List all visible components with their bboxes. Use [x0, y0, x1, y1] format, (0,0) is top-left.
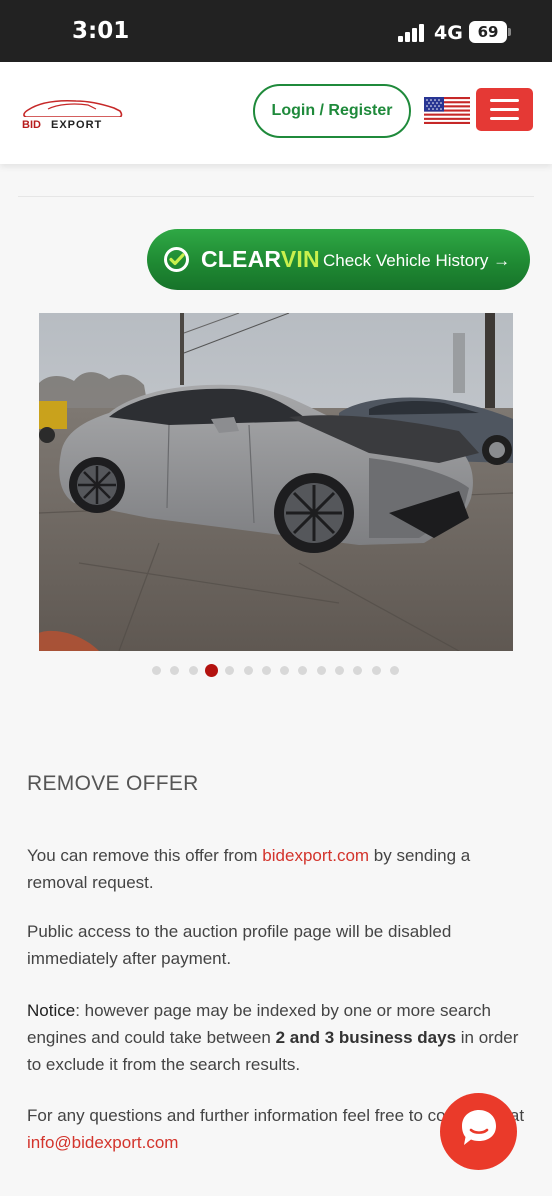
site-header: BID EXPORT Login / Register [0, 62, 552, 164]
login-register-button[interactable]: Login / Register [253, 84, 411, 138]
battery-tip [508, 28, 511, 36]
gallery-dot[interactable] [204, 664, 218, 677]
clearvin-brand-vin: VIN [280, 246, 320, 272]
notice-label: Notice [27, 1001, 76, 1020]
gallery-dot[interactable] [280, 666, 290, 675]
gallery-dot[interactable] [152, 666, 161, 675]
svg-text:EXPORT: EXPORT [51, 119, 102, 131]
p1-text-before: You can remove this offer from [27, 846, 263, 865]
section-divider [18, 196, 534, 197]
status-bar: 3:01 4G 69 [0, 0, 552, 62]
gallery-dot[interactable] [261, 666, 271, 675]
hamburger-menu-icon[interactable] [476, 88, 533, 131]
remove-offer-notice: Notice: however page may be indexed by o… [27, 997, 527, 1078]
network-type: 4G [434, 22, 463, 44]
gallery-dot[interactable] [389, 666, 399, 675]
status-time: 3:01 [72, 18, 130, 44]
check-circle-icon [164, 247, 189, 272]
notice-duration: 2 and 3 business days [275, 1028, 457, 1047]
contact-email-link[interactable]: info@bidexport.com [27, 1133, 178, 1152]
remove-offer-paragraph-2: Public access to the auction profile pag… [27, 922, 452, 968]
battery-icon: 69 [469, 21, 507, 43]
gallery-dot[interactable] [188, 666, 198, 675]
svg-text:BID: BID [22, 119, 41, 131]
gallery-dot[interactable] [225, 666, 235, 675]
gallery-dot[interactable] [243, 666, 253, 675]
gallery-dot[interactable] [316, 666, 326, 675]
clearvin-label: Check Vehicle History → [323, 251, 510, 271]
vehicle-photo[interactable] [39, 313, 513, 651]
remove-offer-heading: REMOVE OFFER [27, 772, 199, 795]
arrow-right-icon: → [493, 251, 511, 270]
gallery-dot[interactable] [353, 666, 363, 675]
clearvin-label-text: Check Vehicle History [323, 251, 489, 270]
chat-bubble-icon [462, 1110, 496, 1145]
us-flag-icon[interactable] [424, 97, 470, 124]
bid-export-logo[interactable]: BID EXPORT [18, 98, 126, 132]
clearvin-brand-clear: CLEAR [201, 246, 281, 272]
clearvin-check-history-button[interactable]: CLEARVIN Check Vehicle History → [147, 229, 530, 290]
remove-offer-paragraph-1: You can remove this offer from bidexport… [27, 842, 527, 896]
gallery-dot[interactable] [335, 666, 344, 675]
chat-button[interactable] [440, 1093, 517, 1170]
gallery-dot[interactable] [371, 666, 381, 675]
clearvin-brand: CLEARVIN [201, 246, 320, 273]
gallery-dot[interactable] [170, 666, 180, 675]
gallery-dot[interactable] [298, 666, 308, 675]
signal-icon [398, 24, 426, 42]
bidexport-link[interactable]: bidexport.com [262, 846, 369, 865]
